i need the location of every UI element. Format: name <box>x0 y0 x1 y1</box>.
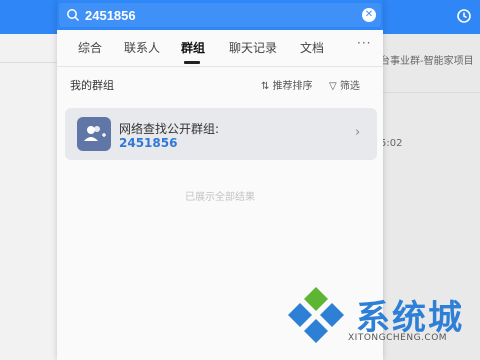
tab-chat-history[interactable]: 聊天记录 <box>229 39 277 56</box>
tab-bar: 综合 联系人 群组 聊天记录 文档 ··· <box>57 30 383 67</box>
divider <box>0 62 58 63</box>
result-group-id: 2451856 <box>119 136 178 150</box>
chevron-right-icon: › <box>355 125 361 140</box>
clear-icon[interactable]: ✕ <box>362 8 376 22</box>
search-input[interactable] <box>85 5 335 25</box>
background-sidebar <box>0 34 58 360</box>
tab-contacts[interactable]: 联系人 <box>124 39 160 56</box>
watermark-text: 系统城 <box>356 298 464 338</box>
filter-button[interactable]: ▽ 筛选 <box>329 77 360 92</box>
watermark-logo <box>288 287 344 343</box>
group-avatar <box>77 117 111 151</box>
background-timestamp: 5:02 <box>380 138 403 149</box>
sort-icon: ⇅ <box>261 81 273 92</box>
divider <box>383 92 480 93</box>
filter-icon: ▽ <box>329 81 340 92</box>
sort-button[interactable]: ⇅ 推荐排序 <box>261 77 313 92</box>
group-add-icon <box>84 126 106 141</box>
search-icon <box>67 9 80 22</box>
more-icon[interactable]: ··· <box>357 36 371 50</box>
active-tab-indicator <box>184 61 200 64</box>
watermark-url: XITONGCHENG.COM <box>348 333 448 343</box>
section-title: 我的群组 <box>70 79 114 92</box>
background-chat-title: 台事业群-智能家项目 <box>380 56 474 67</box>
tab-documents[interactable]: 文档 <box>300 39 324 56</box>
result-title: 网络查找公开群组: <box>119 122 220 136</box>
tab-groups[interactable]: 群组 <box>181 39 205 56</box>
filter-label: 筛选 <box>339 81 360 92</box>
history-icon[interactable] <box>456 8 472 24</box>
sort-label: 推荐排序 <box>272 81 313 92</box>
tab-all[interactable]: 综合 <box>78 39 102 56</box>
end-of-results-text: 已展示全部结果 <box>185 192 255 203</box>
public-group-search-result[interactable]: 网络查找公开群组: 2451856 › <box>65 108 377 160</box>
search-box[interactable]: ✕ <box>59 3 381 27</box>
search-bar: ✕ <box>57 0 383 30</box>
